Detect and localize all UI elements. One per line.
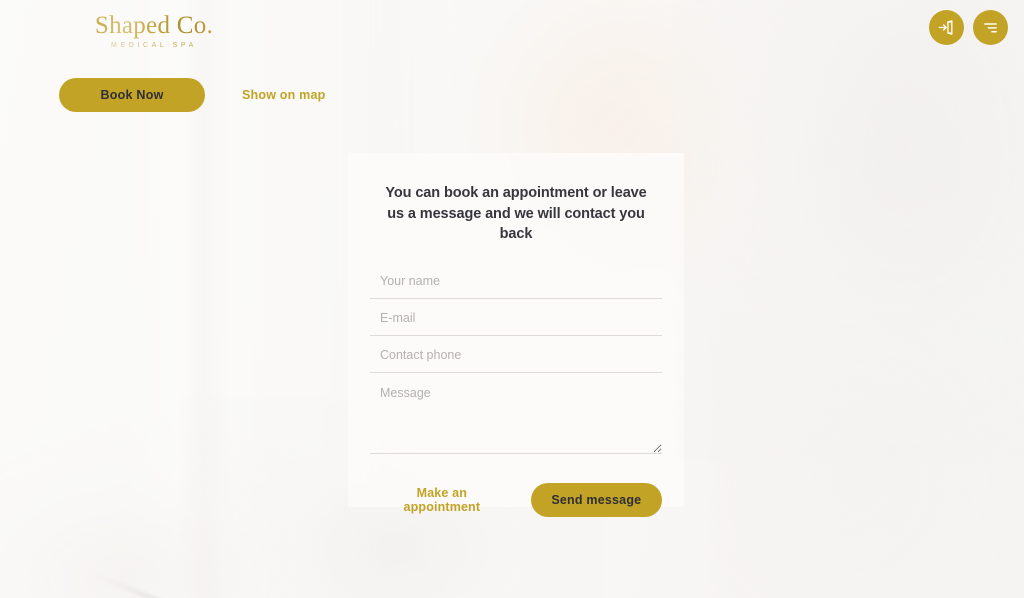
booking-form-card: You can book an appointment or leave us … <box>348 153 684 517</box>
brand-logo-wordmark: Shaped Co. <box>64 12 244 39</box>
make-an-appointment-link[interactable]: Make an appointment <box>381 486 503 514</box>
name-input[interactable] <box>370 270 662 299</box>
form-actions: Make an appointment Send message <box>370 482 662 517</box>
email-input[interactable] <box>370 307 662 336</box>
page-root: Shaped Co. MEDICAL SPA Book Now Show on … <box>0 0 1024 598</box>
brand-logo-subtitle: MEDICAL SPA <box>64 42 244 49</box>
show-on-map-link[interactable]: Show on map <box>242 88 325 102</box>
message-textarea[interactable] <box>370 381 662 454</box>
header-icon-buttons <box>929 10 1008 45</box>
header-actions: Book Now Show on map <box>59 78 325 112</box>
send-message-button[interactable]: Send message <box>530 482 662 517</box>
phone-input[interactable] <box>370 344 662 373</box>
form-heading: You can book an appointment or leave us … <box>385 185 647 243</box>
login-button[interactable] <box>929 10 964 45</box>
brand-logo[interactable]: Shaped Co. MEDICAL SPA <box>64 12 244 49</box>
form-fields <box>370 270 662 454</box>
hamburger-menu-icon <box>982 19 999 36</box>
book-now-button[interactable]: Book Now <box>59 78 205 112</box>
login-icon <box>938 19 955 36</box>
site-header: Shaped Co. MEDICAL SPA Book Now Show on … <box>0 0 1024 125</box>
menu-button[interactable] <box>973 10 1008 45</box>
